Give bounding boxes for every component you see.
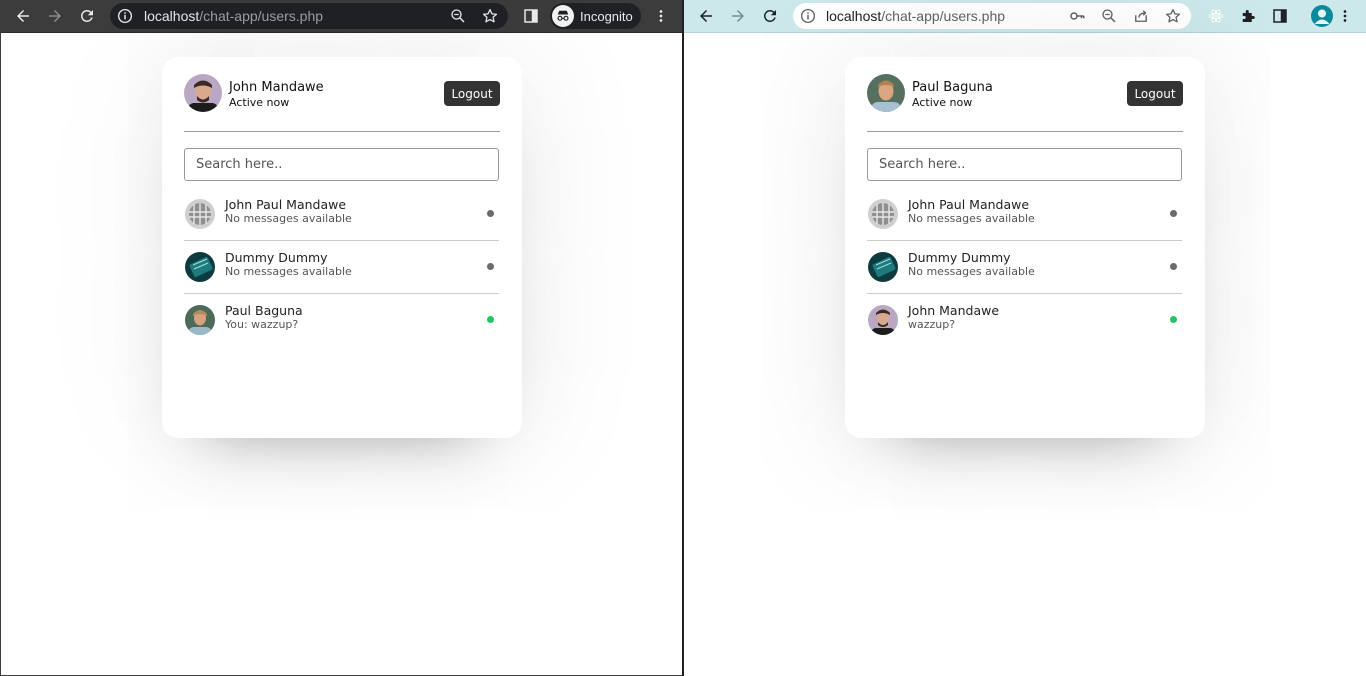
last-message: wazzup? bbox=[908, 318, 956, 331]
users-list: John Paul Mandawe No messages available … bbox=[867, 188, 1182, 347]
list-item[interactable]: John Paul Mandawe No messages available bbox=[184, 188, 499, 241]
user-name: John Paul Mandawe bbox=[225, 197, 347, 212]
logout-button[interactable]: Logout bbox=[444, 81, 500, 106]
list-item[interactable]: John Paul Mandawe No messages available bbox=[867, 188, 1182, 241]
forward-arrow-icon[interactable] bbox=[725, 4, 751, 28]
user-name: John Paul Mandawe bbox=[908, 197, 1030, 212]
back-arrow-icon[interactable] bbox=[10, 4, 36, 28]
address-bar[interactable]: localhost/chat-app/users.php bbox=[110, 3, 508, 29]
list-item[interactable]: John Mandawe wazzup? bbox=[867, 294, 1182, 347]
star-icon[interactable] bbox=[1160, 4, 1186, 28]
status-dot-offline bbox=[487, 263, 494, 270]
url-text: localhost/chat-app/users.php bbox=[826, 8, 1005, 24]
avatar bbox=[867, 74, 905, 112]
url-text: localhost/chat-app/users.php bbox=[144, 8, 323, 24]
list-item[interactable]: Dummy Dummy No messages available bbox=[867, 241, 1182, 294]
current-user-status: Active now bbox=[229, 96, 290, 109]
last-message: No messages available bbox=[225, 265, 352, 278]
status-dot-online bbox=[1170, 316, 1177, 323]
reload-icon[interactable] bbox=[757, 4, 783, 28]
users-list: John Paul Mandawe No messages available … bbox=[184, 188, 499, 347]
user-name: Dummy Dummy bbox=[225, 250, 328, 265]
user-header: Paul Baguna Active now Logout bbox=[867, 74, 1183, 132]
logout-button[interactable]: Logout bbox=[1127, 81, 1183, 106]
menu-icon[interactable] bbox=[1332, 4, 1358, 28]
status-dot-offline bbox=[1170, 263, 1177, 270]
back-arrow-icon[interactable] bbox=[693, 4, 719, 28]
url-path: /chat-app/users.php bbox=[881, 8, 1006, 24]
avatar bbox=[868, 252, 898, 282]
info-icon[interactable] bbox=[795, 4, 821, 28]
side-panel-icon[interactable] bbox=[1267, 4, 1293, 28]
status-dot-offline bbox=[1170, 210, 1177, 217]
last-message: No messages available bbox=[908, 265, 1035, 278]
reload-icon[interactable] bbox=[74, 4, 100, 28]
browser-toolbar: localhost/chat-app/users.php bbox=[684, 0, 1366, 33]
last-message: No messages available bbox=[908, 212, 1035, 225]
star-icon[interactable] bbox=[477, 4, 503, 28]
zoom-icon[interactable] bbox=[445, 4, 471, 28]
side-panel-icon[interactable] bbox=[518, 4, 544, 28]
current-user-name: Paul Baguna bbox=[912, 80, 993, 95]
users-card: Paul Baguna Active now Logout Search her… bbox=[845, 57, 1205, 438]
browser-window-regular: localhost/chat-app/users.php Paul Baguna… bbox=[682, 0, 1366, 676]
users-card: John Mandawe Active now Logout Search he… bbox=[162, 57, 522, 438]
current-user-name: John Mandawe bbox=[229, 80, 324, 95]
last-message: No messages available bbox=[225, 212, 352, 225]
status-dot-online bbox=[487, 316, 494, 323]
address-bar[interactable]: localhost/chat-app/users.php bbox=[793, 3, 1191, 29]
info-icon[interactable] bbox=[112, 4, 138, 28]
current-user-status: Active now bbox=[912, 96, 973, 109]
search-input[interactable]: Search here.. bbox=[184, 148, 499, 181]
user-header: John Mandawe Active now Logout bbox=[184, 74, 500, 132]
incognito-icon bbox=[552, 5, 574, 27]
list-item[interactable]: Dummy Dummy No messages available bbox=[184, 241, 499, 294]
avatar bbox=[868, 305, 898, 335]
avatar bbox=[185, 305, 215, 335]
incognito-badge[interactable]: Incognito bbox=[550, 3, 641, 29]
zoom-icon[interactable] bbox=[1096, 4, 1122, 28]
user-name: John Mandawe bbox=[908, 303, 1000, 318]
status-dot-offline bbox=[487, 210, 494, 217]
browser-toolbar: localhost/chat-app/users.php Incognito bbox=[1, 0, 682, 33]
browser-window-incognito: localhost/chat-app/users.php Incognito J… bbox=[0, 0, 682, 676]
avatar bbox=[185, 199, 215, 229]
avatar bbox=[868, 199, 898, 229]
react-devtools-icon[interactable] bbox=[1203, 4, 1229, 28]
url-path: /chat-app/users.php bbox=[199, 8, 324, 24]
menu-icon[interactable] bbox=[648, 4, 674, 28]
list-item[interactable]: Paul Baguna You: wazzup? bbox=[184, 294, 499, 347]
key-icon[interactable] bbox=[1064, 4, 1090, 28]
share-icon[interactable] bbox=[1128, 4, 1154, 28]
avatar bbox=[184, 74, 222, 112]
search-input[interactable]: Search here.. bbox=[867, 148, 1182, 181]
extensions-icon[interactable] bbox=[1235, 4, 1261, 28]
forward-arrow-icon[interactable] bbox=[42, 4, 68, 28]
last-message: You: wazzup? bbox=[225, 318, 299, 331]
avatar bbox=[185, 252, 215, 282]
incognito-label: Incognito bbox=[580, 8, 633, 24]
user-name: Dummy Dummy bbox=[908, 250, 1011, 265]
user-name: Paul Baguna bbox=[225, 303, 303, 318]
profile-avatar-icon[interactable] bbox=[1311, 5, 1333, 27]
url-host: localhost bbox=[826, 8, 882, 24]
url-host: localhost bbox=[144, 8, 200, 24]
